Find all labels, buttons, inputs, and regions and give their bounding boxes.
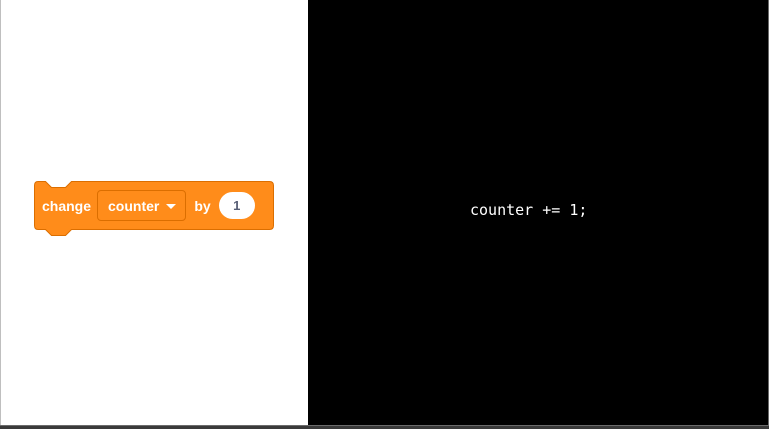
code-line: counter += 1; (470, 201, 588, 219)
variable-name: counter (108, 197, 160, 214)
change-variable-block[interactable]: change counter by 1 (34, 181, 274, 236)
change-keyword: change (42, 197, 92, 214)
dropdown-arrow-icon (166, 204, 177, 209)
amount-input[interactable]: 1 (218, 192, 255, 219)
frame: change counter by 1 counter += 1; (0, 0, 769, 429)
bottom-border (0, 425, 769, 429)
variable-dropdown[interactable]: counter (97, 190, 187, 221)
blocks-panel: change counter by 1 (0, 0, 308, 425)
by-keyword: by (194, 197, 211, 214)
block-content: change counter by 1 (34, 181, 274, 230)
